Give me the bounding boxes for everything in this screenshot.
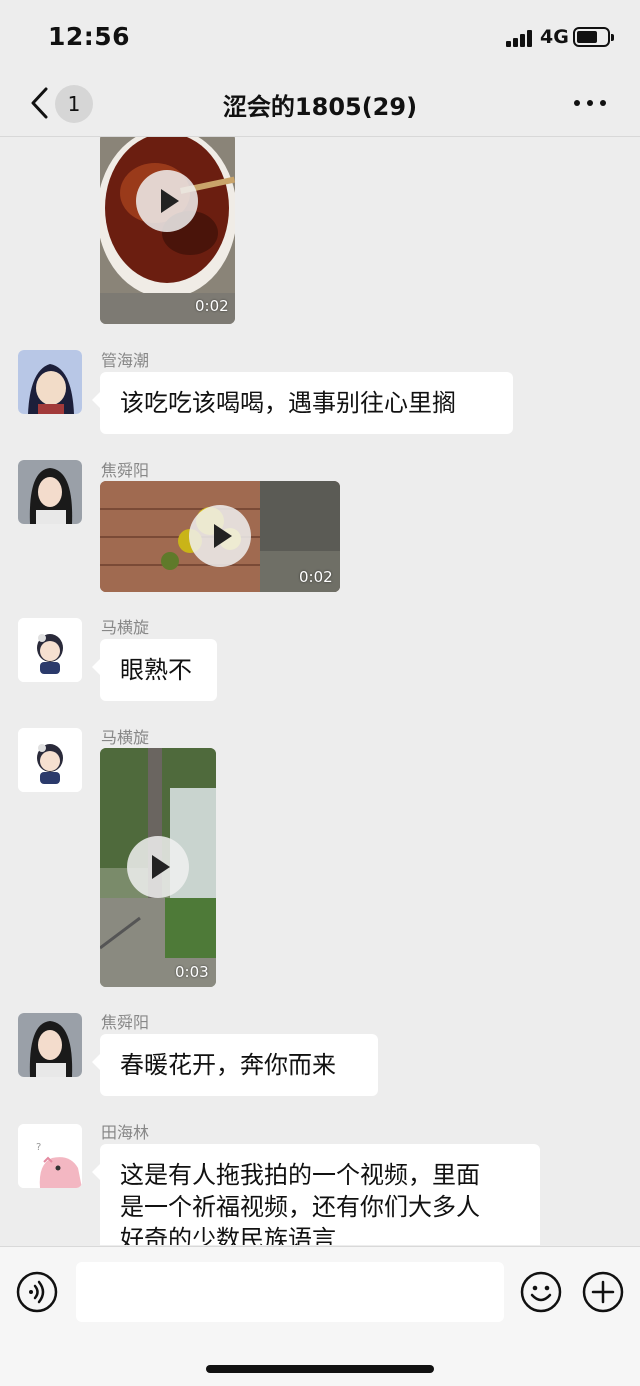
avatar-image [18, 1013, 82, 1077]
message-text-line: 是一个祈福视频，还有你们大多人 [120, 1193, 480, 1221]
chevron-left-icon [31, 87, 48, 119]
battery-icon [573, 27, 614, 47]
unread-count-badge[interactable]: 1 [55, 85, 93, 123]
avatar[interactable] [18, 618, 82, 682]
voice-icon [16, 1271, 58, 1313]
message-bubble[interactable]: 春暖花开，奔你而来 [92, 1034, 378, 1096]
message-text-line: 这是有人拖我拍的一个视频，里面 [120, 1161, 480, 1189]
avatar[interactable] [18, 1013, 82, 1077]
status-bar: 12:56 4G [0, 0, 640, 72]
message-bubble[interactable]: 该吃吃该喝喝，遇事别往心里搁 [92, 372, 513, 434]
sender-name: 马横旋 [101, 618, 150, 637]
chat-header: 1 涩会的1805(29) [0, 72, 640, 137]
avatar-image [18, 460, 82, 524]
svg-text:?: ? [36, 1142, 41, 1153]
status-time: 12:56 [48, 22, 131, 51]
avatar-image: ? [18, 1124, 82, 1188]
sender-name: 田海林 [101, 1123, 150, 1142]
video-message[interactable]: 0:02 [100, 481, 340, 592]
avatar-image [18, 350, 82, 414]
message-bubble[interactable]: 眼熟不 [92, 639, 217, 701]
video-message[interactable]: 0:02 [100, 137, 235, 324]
sender-name: 焦舜阳 [101, 461, 150, 480]
avatar-image [18, 728, 82, 792]
voice-button[interactable] [16, 1271, 58, 1313]
play-icon[interactable] [189, 505, 251, 567]
home-indicator[interactable] [206, 1365, 434, 1373]
message-bubble[interactable]: 这是有人拖我拍的一个视频，里面 是一个祈福视频，还有你们大多人 好奇的少数民族语… [92, 1144, 540, 1245]
chat-title: 涩会的1805(29) [222, 93, 418, 121]
avatar-image [18, 618, 82, 682]
signal-icon [506, 30, 534, 47]
video-duration: 0:02 [195, 297, 229, 315]
video-duration: 0:02 [299, 568, 333, 586]
sender-name: 管海潮 [101, 351, 150, 370]
video-duration: 0:03 [175, 963, 209, 981]
emoji-button[interactable] [520, 1271, 562, 1313]
avatar[interactable]: ? [18, 1124, 82, 1188]
avatar[interactable] [18, 460, 82, 524]
play-icon[interactable] [127, 836, 189, 898]
network-type: 4G [540, 26, 569, 48]
message-text-line: 好奇的少数民族语言 [120, 1225, 336, 1245]
video-message[interactable]: 0:03 [100, 748, 216, 987]
plus-icon [582, 1271, 624, 1313]
more-dots-icon [574, 100, 580, 106]
sender-name: 焦舜阳 [101, 1013, 150, 1032]
back-button[interactable] [28, 86, 56, 120]
message-input[interactable] [76, 1262, 504, 1322]
more-button[interactable] [574, 98, 606, 108]
message-text: 春暖花开，奔你而来 [120, 1051, 336, 1079]
emoji-icon [520, 1271, 562, 1313]
play-icon[interactable] [136, 170, 198, 232]
message-text: 眼熟不 [120, 656, 192, 684]
message-list[interactable]: 0:02 管海潮 该吃吃该喝喝，遇事别往心里搁 焦舜阳 0:02 马横旋 眼熟不… [0, 137, 640, 1245]
message-text: 该吃吃该喝喝，遇事别往心里搁 [120, 389, 456, 417]
more-functions-button[interactable] [582, 1271, 624, 1313]
sender-name: 马横旋 [101, 728, 150, 747]
avatar[interactable] [18, 728, 82, 792]
avatar[interactable] [18, 350, 82, 414]
